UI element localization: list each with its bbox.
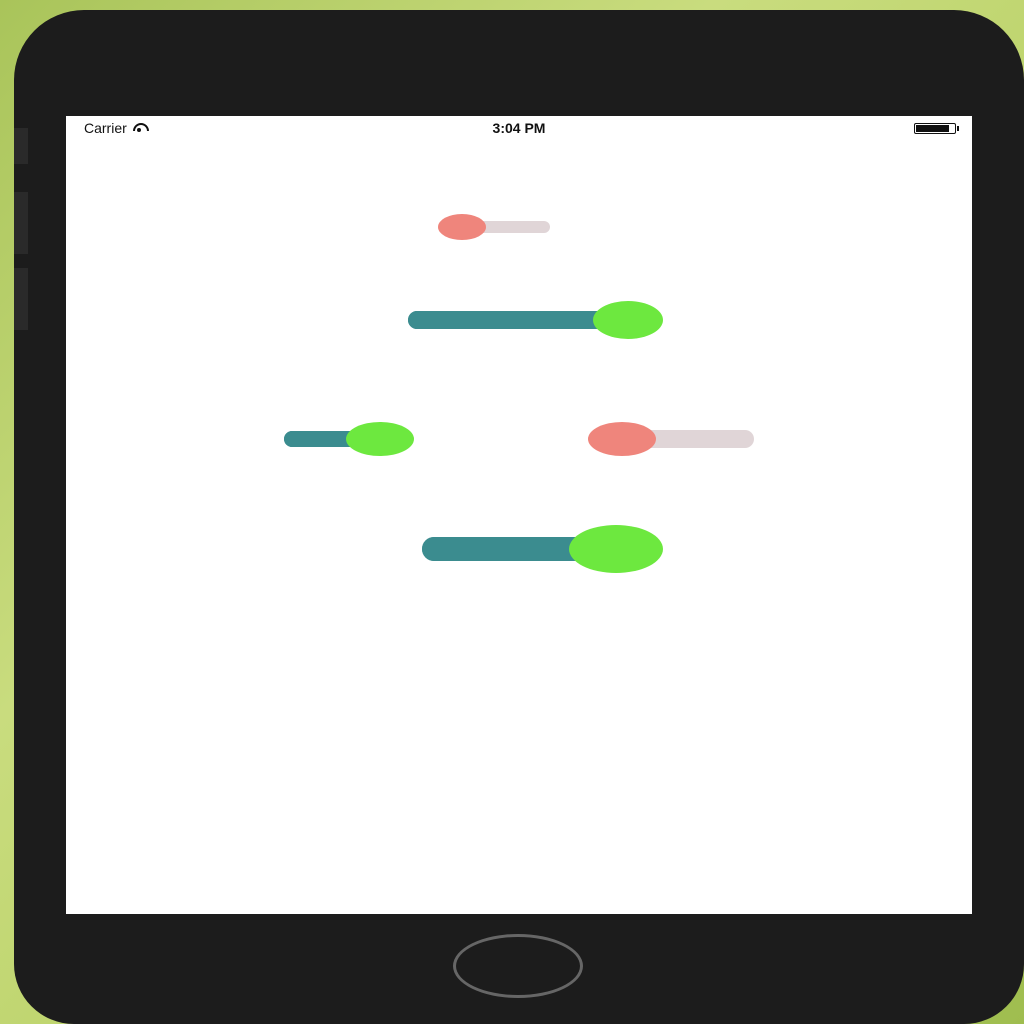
mute-switch [14, 128, 28, 164]
volume-down-button [14, 268, 28, 330]
slider-thumb[interactable] [593, 301, 663, 339]
slider-3[interactable] [284, 421, 414, 457]
slider-1[interactable] [438, 212, 550, 242]
slider-thumb[interactable] [588, 422, 656, 456]
status-bar: Carrier 3:04 PM [66, 116, 972, 140]
slider-4[interactable] [588, 421, 754, 457]
device-screen: Carrier 3:04 PM [66, 116, 972, 914]
slider-thumb[interactable] [438, 214, 486, 240]
home-button[interactable] [453, 934, 583, 998]
slider-2[interactable] [408, 300, 663, 340]
slider-thumb[interactable] [569, 525, 663, 573]
battery-icon [914, 123, 959, 134]
volume-up-button [14, 192, 28, 254]
slider-5[interactable] [422, 524, 663, 574]
status-time: 3:04 PM [492, 120, 546, 136]
slider-thumb[interactable] [346, 422, 414, 456]
